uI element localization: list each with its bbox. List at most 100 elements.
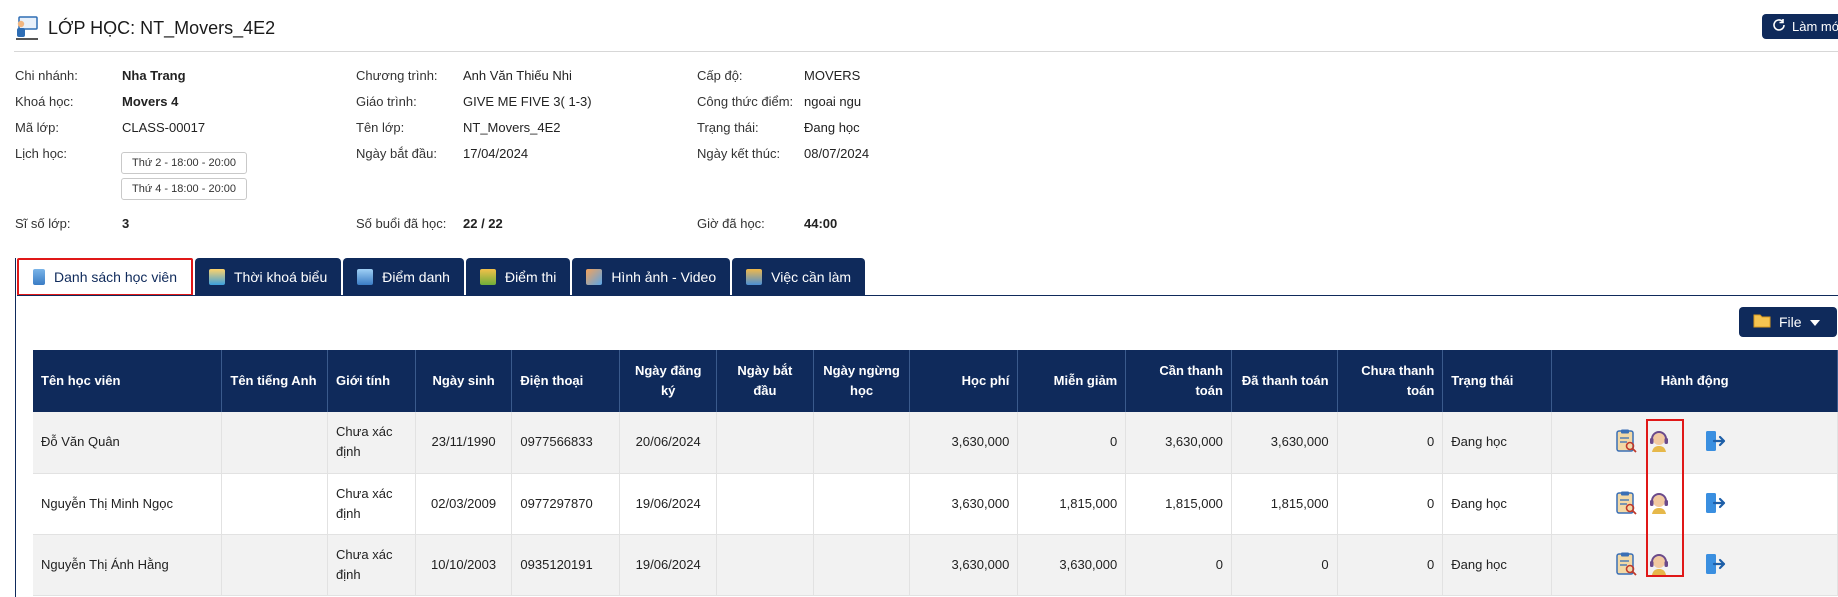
timetable-icon xyxy=(209,269,225,285)
formula-label: Công thức điểm: xyxy=(697,94,794,109)
amount-paid: 3,630,000 xyxy=(1231,412,1338,474)
schedule-chip: Thứ 2 - 18:00 - 20:00 xyxy=(121,152,247,174)
schedule-chip: Thứ 4 - 18:00 - 20:00 xyxy=(121,178,247,200)
view-detail-icon[interactable] xyxy=(1613,551,1639,577)
amount-paid: 0 xyxy=(1231,534,1338,596)
tab-label: Thời khoá biểu xyxy=(234,269,328,285)
caret-down-icon xyxy=(1809,314,1820,330)
curriculum-value: GIVE ME FIVE 3( 1-3) xyxy=(463,94,592,109)
exam-score-icon xyxy=(479,269,496,285)
tab-label: Điểm thi xyxy=(504,269,557,285)
tab-label: Điểm danh xyxy=(382,269,450,285)
tab-exam-score[interactable]: Điểm thi xyxy=(465,258,571,296)
consult-icon[interactable] xyxy=(1646,428,1672,454)
column-header[interactable]: Ngày đăng ký xyxy=(619,350,718,412)
tab-media[interactable]: Hình ảnh - Video xyxy=(572,258,731,296)
todo-icon xyxy=(746,269,763,285)
folder-icon xyxy=(1753,313,1771,331)
start-date-label: Ngày bắt đầu: xyxy=(356,146,437,161)
column-header[interactable]: Ngày ngừng học xyxy=(813,350,911,412)
gender: Chưa xác định xyxy=(327,412,416,474)
view-detail-icon[interactable] xyxy=(1613,490,1639,516)
student-table: Tên học viên Tên tiếng Anh Giới tính Ngà… xyxy=(33,350,1838,596)
phone: 0977297870 xyxy=(511,473,621,535)
class-tabs: Danh sách học viên Thời khoá biểu Điểm d… xyxy=(17,258,866,296)
birth-date: 02/03/2009 xyxy=(415,473,513,535)
stop-date xyxy=(813,412,911,474)
register-date: 19/06/2024 xyxy=(619,473,718,535)
page-title: LỚP HỌC: NT_Movers_4E2 xyxy=(48,18,276,38)
class-size-value: 3 xyxy=(122,216,130,231)
hours-value: 44:00 xyxy=(804,216,838,231)
column-header[interactable]: Tên học viên xyxy=(33,350,223,412)
tab-divider xyxy=(17,295,1838,296)
page-header: LỚP HỌC: NT_Movers_4E2 xyxy=(14,14,1838,52)
amount-due: 3,630,000 xyxy=(1125,412,1232,474)
english-name xyxy=(221,534,329,596)
status-label: Trạng thái: xyxy=(697,120,759,135)
discount: 1,815,000 xyxy=(1017,473,1127,535)
media-icon xyxy=(586,269,603,285)
start-date xyxy=(716,534,814,596)
birth-date: 10/10/2003 xyxy=(415,534,513,596)
column-header[interactable]: Giới tính xyxy=(327,350,416,412)
tab-todo[interactable]: Việc cần làm xyxy=(732,258,866,296)
table-row: Đỗ Văn Quân Chưa xác định 23/11/1990 097… xyxy=(33,412,1838,474)
tuition: 3,630,000 xyxy=(909,412,1019,474)
row-actions xyxy=(1551,473,1838,535)
tab-label: Danh sách học viên xyxy=(54,269,177,285)
register-date: 19/06/2024 xyxy=(619,534,718,596)
column-header[interactable]: Cần thanh toán xyxy=(1125,350,1232,412)
row-actions xyxy=(1551,412,1838,474)
row-actions xyxy=(1551,534,1838,596)
stop-date xyxy=(813,534,911,596)
student-name: Nguyễn Thị Minh Ngọc xyxy=(33,473,223,535)
attendance-icon xyxy=(357,269,374,285)
branch-label: Chi nhánh: xyxy=(15,68,78,83)
consult-icon[interactable] xyxy=(1646,551,1672,577)
hours-label: Giờ đã học: xyxy=(697,216,765,231)
column-header[interactable]: Điện thoại xyxy=(511,350,621,412)
exit-class-icon[interactable] xyxy=(1702,428,1728,454)
tab-attendance[interactable]: Điểm danh xyxy=(343,258,464,296)
tab-label: Việc cần làm xyxy=(771,269,852,285)
column-header[interactable]: Miễn giảm xyxy=(1017,350,1127,412)
view-detail-icon[interactable] xyxy=(1613,428,1639,454)
schedule-label: Lịch học: xyxy=(15,146,68,161)
column-header[interactable]: Ngày sinh xyxy=(415,350,513,412)
tuition: 3,630,000 xyxy=(909,534,1019,596)
class-name-label: Tên lớp: xyxy=(356,120,405,135)
level-label: Cấp độ: xyxy=(697,68,743,83)
tab-label: Hình ảnh - Video xyxy=(611,269,717,285)
phone: 0935120191 xyxy=(511,534,621,596)
refresh-button[interactable]: Làm mới xyxy=(1762,14,1838,39)
column-header: Hành động xyxy=(1551,350,1838,412)
tab-student-list[interactable]: Danh sách học viên xyxy=(17,258,193,296)
exit-class-icon[interactable] xyxy=(1702,551,1728,577)
tab-timetable[interactable]: Thời khoá biểu xyxy=(195,258,342,296)
gender: Chưa xác định xyxy=(327,473,416,535)
level-value: MOVERS xyxy=(804,68,861,83)
column-header[interactable]: Ngày bắt đầu xyxy=(716,350,814,412)
file-button[interactable]: File xyxy=(1739,307,1837,337)
classroom-icon xyxy=(14,14,40,42)
phone: 0977566833 xyxy=(511,412,621,474)
discount: 0 xyxy=(1017,412,1127,474)
consult-icon[interactable] xyxy=(1646,490,1672,516)
column-header[interactable]: Tên tiếng Anh xyxy=(221,350,329,412)
column-header[interactable]: Chưa thanh toán xyxy=(1337,350,1444,412)
exit-class-icon[interactable] xyxy=(1702,490,1728,516)
amount-unpaid: 0 xyxy=(1337,534,1444,596)
column-header[interactable]: Đã thanh toán xyxy=(1231,350,1338,412)
column-header[interactable]: Trạng thái xyxy=(1442,350,1553,412)
amount-due: 0 xyxy=(1125,534,1232,596)
amount-paid: 1,815,000 xyxy=(1231,473,1338,535)
course-value: Movers 4 xyxy=(122,94,179,109)
sessions-label: Số buổi đã học: xyxy=(356,216,447,231)
table-header-row: Tên học viên Tên tiếng Anh Giới tính Ngà… xyxy=(33,350,1838,412)
sessions-value: 22 / 22 xyxy=(463,216,503,231)
column-header[interactable]: Học phí xyxy=(909,350,1019,412)
discount: 3,630,000 xyxy=(1017,534,1127,596)
gender: Chưa xác định xyxy=(327,534,416,596)
student-name: Nguyễn Thị Ánh Hằng xyxy=(33,534,223,596)
